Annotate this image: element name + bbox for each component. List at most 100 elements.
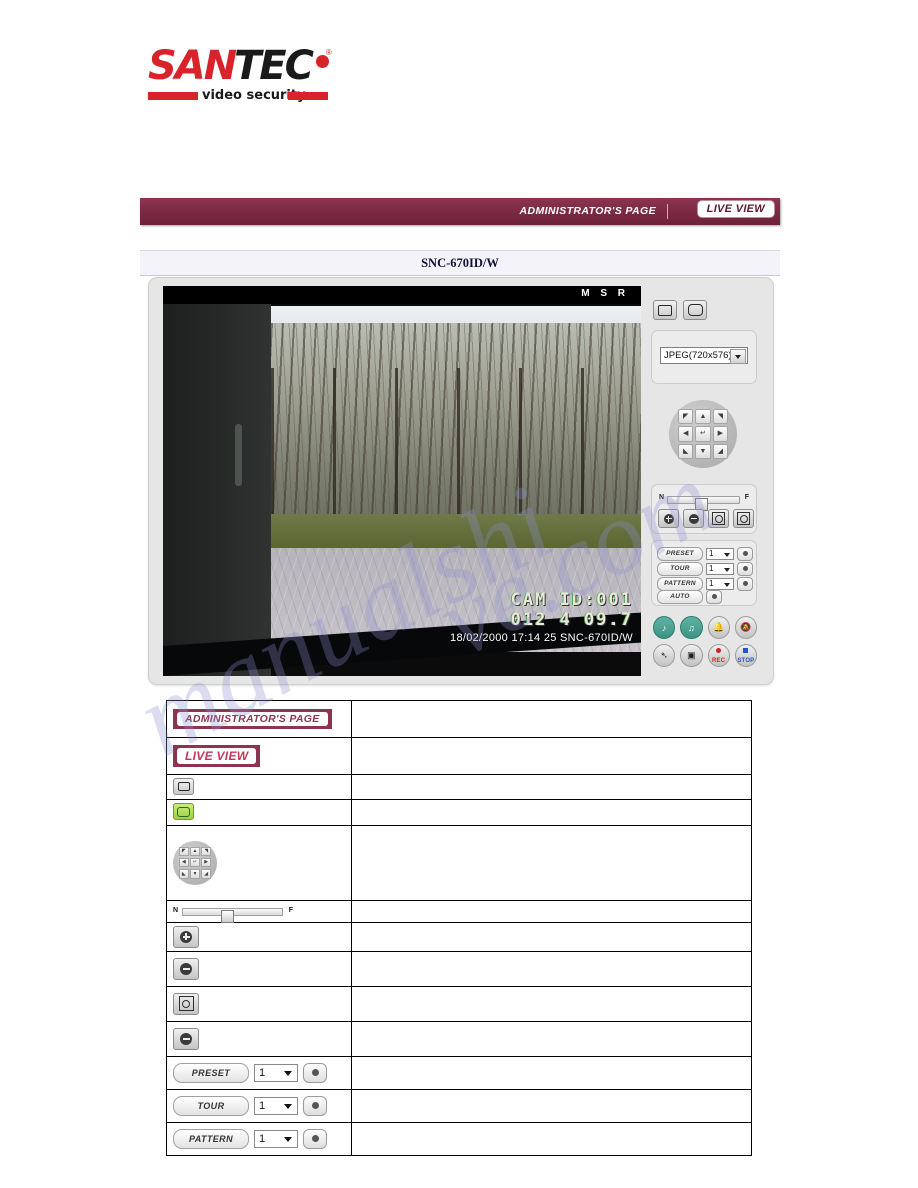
table-cell-control: ◤ ▲ ◥ ◀ ↵ ▶ ◣ ▼ ◢ [166, 824, 352, 901]
pattern-label: PATTERN [173, 1128, 249, 1149]
pointer-icon[interactable]: ➴ [653, 644, 676, 667]
ptz-left-button[interactable]: ◀ [678, 426, 694, 442]
tour-select[interactable]: 1 [706, 562, 734, 575]
auto-label[interactable]: AUTO [657, 589, 703, 604]
zoom-out-icon[interactable] [683, 509, 704, 528]
record-button[interactable]: REC [707, 644, 730, 667]
ptz-down-right-key: ◢ [201, 868, 211, 879]
table-cell-description [350, 700, 753, 738]
header-live-view-button[interactable]: LIVE VIEW [697, 201, 774, 217]
ptz-up-left-button[interactable]: ◤ [678, 409, 694, 425]
osd-coordinates: 012 4 09.7 [510, 610, 633, 630]
preset-box: PRESET 1 TOUR 1 PATTERN 1 AUTO [651, 540, 757, 606]
control-column: JPEG(720x576) ◤ ▲ ◥ ◀ ↵ ▶ ◣ ▼ ◢ N F PRES… [649, 286, 759, 676]
single-view-icon [173, 778, 194, 795]
ptz-home-button[interactable]: ↵ [695, 426, 711, 442]
pattern-select[interactable]: 1 [706, 577, 734, 590]
tour-select: 1 [254, 1096, 298, 1115]
stop-button[interactable]: STOP [734, 644, 757, 667]
ptz-dpad-icon: ◤ ▲ ◥ ◀ ↵ ▶ ◣ ▼ ◢ [173, 840, 217, 885]
santec-logo: SAN TEC ® video security [148, 46, 332, 108]
action-row-top: ♪ ♫ 🔔 🔕 [653, 616, 757, 639]
stop-square-icon [743, 648, 749, 653]
focus-far-label: F [744, 494, 749, 501]
record-label: REC [711, 658, 726, 664]
zoom-in-icon[interactable] [658, 509, 679, 528]
focus-slider[interactable]: N F [659, 492, 749, 511]
preset-row: PRESET 1 [657, 546, 753, 561]
ptz-dpad-grid: ◤ ▲ ◥ ◀ ↵ ▶ ◣ ▼ ◢ [678, 409, 728, 459]
ptz-right-button[interactable]: ▶ [712, 426, 728, 442]
focus-near-label: N [659, 494, 665, 501]
table-cell-description [350, 950, 753, 987]
scene-grass [271, 513, 641, 552]
ptz-down-right-button[interactable]: ◢ [712, 443, 728, 459]
tour-label: TOUR [173, 1095, 249, 1116]
logo-wordmark: SAN TEC ® [148, 46, 332, 86]
preset-select[interactable]: 1 [706, 547, 734, 560]
tour-value: 1 [259, 1099, 266, 1112]
table-cell-description [350, 899, 753, 923]
header-separator [667, 204, 668, 219]
table-live-tag-label: LIVE VIEW [177, 748, 257, 764]
ptz-up-right-key: ◥ [201, 846, 211, 857]
focus-far-label: F [288, 907, 293, 914]
full-view-icon[interactable] [683, 300, 707, 320]
ptz-down-button[interactable]: ▼ [695, 443, 711, 459]
table-row: PRESET 1 [166, 1055, 753, 1090]
tour-row: TOUR 1 [657, 561, 753, 576]
tour-label[interactable]: TOUR [657, 561, 703, 576]
logo-bar-right [288, 92, 328, 100]
preset-go-button[interactable] [737, 546, 753, 561]
ptz-right-key: ▶ [201, 857, 211, 868]
ptz-up-right-button[interactable]: ◥ [712, 409, 728, 425]
chevron-down-icon[interactable] [730, 349, 746, 364]
alarm-bell-muted-icon[interactable]: 🔕 [734, 616, 757, 639]
pattern-go-button[interactable] [737, 576, 753, 591]
ptz-dpad-grid: ◤ ▲ ◥ ◀ ↵ ▶ ◣ ▼ ◢ [179, 846, 211, 879]
table-row [166, 1020, 753, 1057]
preset-value: 1 [709, 549, 714, 558]
ptz-dpad[interactable]: ◤ ▲ ◥ ◀ ↵ ▶ ◣ ▼ ◢ [669, 400, 737, 468]
alarm-bell-icon[interactable]: 🔔 [707, 616, 730, 639]
video-status-indicators: M S R [581, 288, 629, 299]
zoom-focus-box: N F [651, 484, 757, 534]
tour-go-button[interactable] [737, 561, 753, 576]
single-view-icon[interactable] [653, 300, 677, 320]
preset-control-group: PRESET 1 [173, 1062, 351, 1083]
live-video-view[interactable]: M S R CAM ID:001 012 4 09.7 18/02/2000 1… [163, 286, 641, 676]
table-row [166, 921, 753, 952]
table-admin-tag-label: ADMINISTRATOR'S PAGE [177, 712, 328, 726]
osd-camera-id: CAM ID:001 [510, 590, 633, 610]
app-header-bar: ADMINISTRATOR'S PAGE LIVE VIEW [140, 198, 780, 225]
iris-close-icon[interactable] [733, 509, 754, 528]
table-cell-description [350, 774, 753, 800]
video-format-select[interactable]: JPEG(720x576) [660, 347, 748, 364]
ptz-down-left-key: ◣ [179, 868, 189, 879]
table-cell-control [166, 950, 352, 987]
table-cell-description [350, 824, 753, 901]
table-row: ◤ ▲ ◥ ◀ ↵ ▶ ◣ ▼ ◢ [166, 824, 753, 901]
table-row: PATTERN 1 [166, 1121, 753, 1156]
ptz-up-button[interactable]: ▲ [695, 409, 711, 425]
table-cell-control [166, 774, 352, 800]
focus-slider-track[interactable] [667, 496, 740, 511]
table-row: TOUR 1 [166, 1088, 753, 1123]
action-row-bottom: ➴ ▣ REC STOP [653, 644, 757, 667]
preset-go-button [303, 1062, 327, 1083]
table-row [166, 799, 753, 826]
ptz-down-left-button[interactable]: ◣ [678, 443, 694, 459]
audio-on-icon[interactable]: ♪ [653, 616, 676, 639]
logo-bar-left [148, 92, 198, 100]
full-view-icon [173, 803, 194, 820]
table-cell-control: N F [166, 899, 352, 923]
audio-off-icon[interactable]: ♫ [680, 616, 703, 639]
pattern-label[interactable]: PATTERN [657, 576, 703, 591]
table-cell-description [350, 985, 753, 1022]
model-title: SNC-670ID/W [421, 255, 499, 270]
iris-open-icon[interactable] [708, 509, 729, 528]
preset-label[interactable]: PRESET [657, 546, 703, 561]
auto-go-button[interactable] [706, 589, 722, 604]
header-administrator-link[interactable]: ADMINISTRATOR'S PAGE [519, 205, 656, 217]
camera-snapshot-icon[interactable]: ▣ [680, 644, 703, 667]
